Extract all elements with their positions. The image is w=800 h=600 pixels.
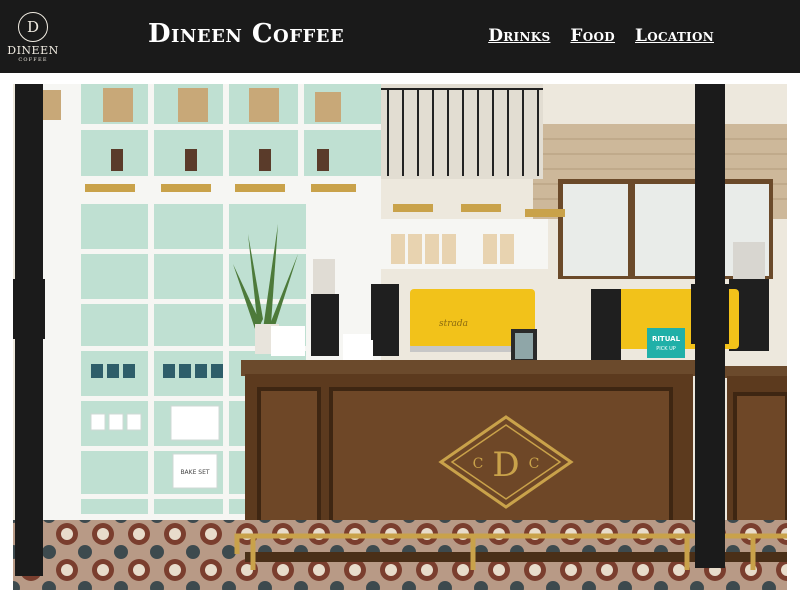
site-header: D DINEEN COFFEE Dineen Coffee Drinks Foo… [0, 0, 800, 73]
box-label: BAKE SET [180, 469, 209, 476]
monogram-right: C [529, 456, 540, 472]
monogram-center: D [492, 445, 519, 485]
counter-top [241, 360, 697, 376]
cafe-interior-illustration: BAKE SET strada RITUAL PICK UP C D C [13, 84, 787, 590]
menu-board-1 [563, 184, 628, 276]
counter-panel-right [733, 392, 787, 536]
logo-subtitle: COFFEE [18, 57, 48, 63]
ritual-sign-text: RITUAL [652, 335, 681, 343]
shelf-bags [391, 234, 514, 264]
nav-link-food[interactable]: Food [570, 26, 615, 46]
ritual-sign-subtext: PICK UP [656, 346, 676, 352]
dineen-logo[interactable]: D DINEEN COFFEE [7, 10, 59, 66]
machine-brand: strada [439, 319, 468, 329]
nav-link-drinks[interactable]: Drinks [488, 26, 550, 46]
main-nav: Drinks Food Location [488, 26, 714, 46]
logo-monogram: D [18, 12, 48, 42]
site-title: Dineen Coffee [148, 19, 345, 49]
ritual-sign [647, 328, 685, 358]
nav-link-location[interactable]: Location [635, 26, 714, 46]
logo-name: DINEEN [7, 44, 59, 57]
monogram-left: C [473, 456, 484, 472]
hero-photo: BAKE SET strada RITUAL PICK UP C D C [13, 84, 787, 590]
cup-stack-left [271, 326, 305, 356]
counter-cups [343, 340, 373, 360]
menu-board-2 [635, 184, 700, 276]
counter-panel-left [257, 387, 321, 531]
